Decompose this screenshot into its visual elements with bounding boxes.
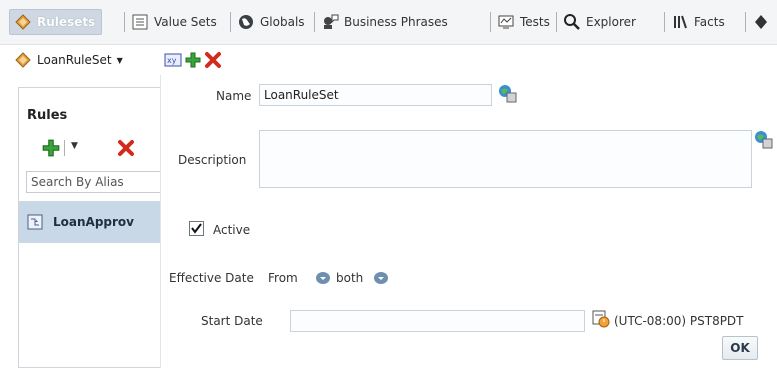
business-phrases-icon <box>321 13 339 31</box>
effective-date-label: Effective Date <box>169 271 254 285</box>
chevron-down-icon: ▼ <box>116 55 123 65</box>
value-sets-icon <box>131 13 149 31</box>
top-tab-bar: Rulesets Value Sets Globals Business Phr… <box>0 0 777 45</box>
globe-icon <box>237 13 255 31</box>
ruleset-icon <box>14 13 32 31</box>
ruleset-icon <box>14 51 32 69</box>
ruleset-selector[interactable]: LoanRuleSet ▼ <box>14 51 123 69</box>
start-date-label: Start Date <box>201 314 263 328</box>
toolbar-divider <box>64 140 65 156</box>
tab-facts[interactable]: Facts <box>671 9 725 35</box>
delete-icon[interactable] <box>204 51 222 72</box>
delete-rule-icon[interactable] <box>117 139 135 160</box>
start-date-field[interactable] <box>290 310 585 332</box>
ok-button[interactable]: OK <box>722 336 758 360</box>
rules-panel-title: Rules <box>27 108 68 123</box>
add-rule-icon[interactable] <box>41 138 61 161</box>
both-dropdown-icon[interactable] <box>374 272 388 284</box>
svg-text:xy: xy <box>167 56 177 65</box>
timezone-label: (UTC-08:00) PST8PDT <box>614 314 744 328</box>
name-field[interactable]: LoanRuleSet <box>259 84 492 106</box>
tab-value-sets[interactable]: Value Sets <box>131 9 217 35</box>
ruleset-toolbar: LoanRuleSet ▼ xy <box>0 45 777 75</box>
tab-tests[interactable]: Tests <box>497 9 550 35</box>
tab-globals[interactable]: Globals <box>237 9 305 35</box>
both-label: both <box>336 271 364 285</box>
ruleset-selector-label: LoanRuleSet <box>37 53 112 67</box>
translate-icon[interactable] <box>754 130 774 153</box>
rules-panel: Rules ▼ Search By Alias LoanApprov <box>18 87 168 368</box>
active-checkbox[interactable] <box>189 221 204 236</box>
tab-overflow-partial[interactable] <box>752 9 775 35</box>
description-label: Description <box>178 153 247 167</box>
active-label: Active <box>213 223 251 237</box>
tab-business-phrases[interactable]: Business Phrases <box>321 9 448 35</box>
decision-icon <box>752 13 770 31</box>
name-label: Name <box>216 89 252 103</box>
rule-icon <box>27 214 43 230</box>
list-item[interactable]: LoanApprov <box>19 201 168 243</box>
rule-item-label: LoanApprov <box>53 215 134 229</box>
chevron-down-icon[interactable]: ▼ <box>71 141 78 151</box>
translate-icon[interactable] <box>498 84 518 107</box>
facts-icon <box>671 13 689 31</box>
add-icon[interactable] <box>184 51 202 72</box>
magnifier-icon <box>563 13 581 31</box>
from-dropdown-icon[interactable] <box>316 272 330 284</box>
tab-explorer[interactable]: Explorer <box>563 9 636 35</box>
calendar-clock-icon[interactable] <box>591 309 611 332</box>
decision-table-icon[interactable]: xy <box>164 52 182 71</box>
from-label: From <box>268 271 298 285</box>
description-field[interactable] <box>259 130 752 188</box>
tests-icon <box>497 13 515 31</box>
tab-rulesets[interactable]: Rulesets <box>9 9 103 35</box>
rule-search-input[interactable]: Search By Alias <box>26 171 168 193</box>
